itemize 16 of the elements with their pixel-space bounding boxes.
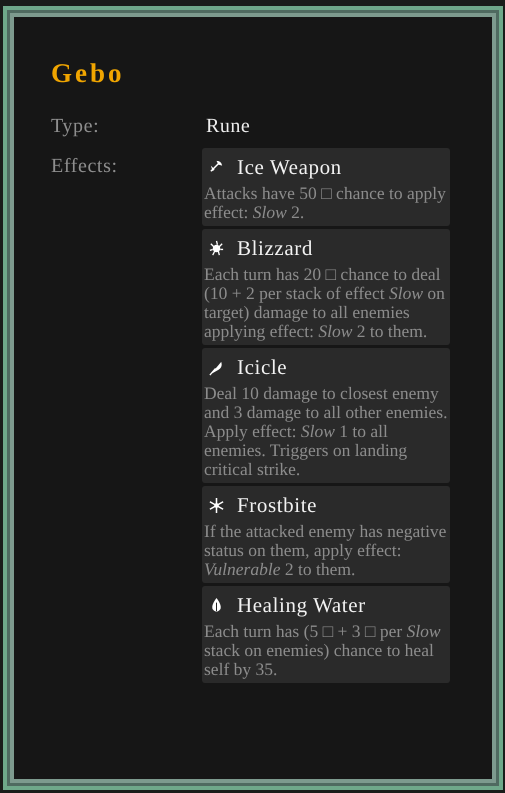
effect-description: Attacks have 50 □ chance to apply effect: Slow 2. — [204, 184, 447, 222]
snowflake-icon — [208, 496, 225, 514]
effect-description: Each turn has 20 □ chance to deal (10 + 2 per stack of effect Slow on target) damage to all enemies applying effect: Slow 2 to them. — [204, 265, 446, 341]
property-value: Rune — [205, 114, 250, 139]
effect-name: Icicle — [237, 354, 288, 380]
splash-icon — [208, 240, 225, 256]
effect-description: If the attacked enemy has negative status on them, apply effect: Vulnerable 2 to them. — [204, 522, 448, 579]
effect-name: Ice Weapon — [237, 154, 342, 180]
effect-name: Blizzard — [237, 235, 313, 261]
effect-name: Frostbite — [237, 492, 318, 518]
effect-description: Each turn has (5 □ + 3 □ per Slow stack on enemies) chance to heal self by 35. — [204, 622, 442, 679]
item-title: Gebo — [51, 58, 126, 88]
property-label: Type: — [51, 114, 100, 139]
effect-name: Healing Water — [237, 592, 366, 618]
effect-description: Deal 10 damage to closest enemy and 3 damage to all other enemies. Apply effect: Slow 1 to all enemies. Triggers on landing critical strike. — [204, 384, 448, 479]
property-label: Effects: — [51, 154, 119, 179]
